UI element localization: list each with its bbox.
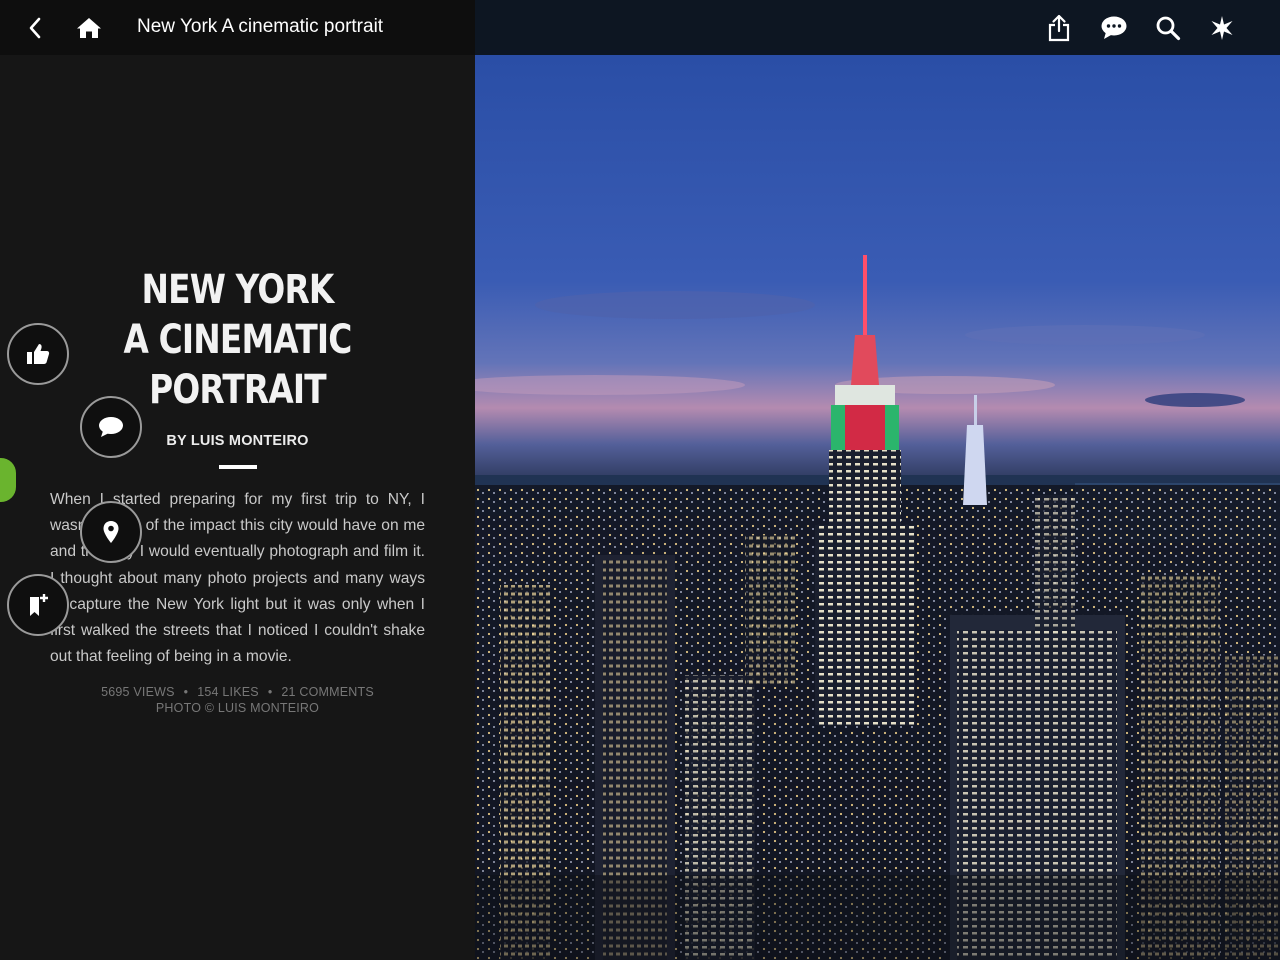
thumbs-up-icon: [27, 344, 50, 364]
photo-credit: PHOTO © LUIS MONTEIRO: [155, 701, 320, 716]
speech-bubble-icon: [99, 417, 123, 437]
article-title: NEW YORK A CINEMATIC PORTRAIT: [84, 265, 392, 415]
article-content: NEW YORK A CINEMATIC PORTRAIT BY LUIS MO…: [50, 265, 425, 715]
article-title-line: A CINEMATIC: [123, 317, 352, 363]
article-title-line: NEW YORK: [141, 267, 334, 313]
comment-icon: [1101, 16, 1127, 39]
article-panel: New York A cinematic portrait NEW YORK A…: [0, 0, 475, 960]
views-count: 5695 VIEWS: [101, 685, 175, 700]
separator-dot: •: [267, 685, 273, 700]
bookmark-add-icon: [30, 594, 48, 616]
top-nav-bar: New York A cinematic portrait: [0, 0, 475, 55]
home-button[interactable]: [71, 10, 107, 46]
comment-button[interactable]: [80, 396, 142, 458]
back-button[interactable]: [17, 10, 53, 46]
new-york-skyline-image: [475, 55, 1280, 960]
like-button[interactable]: [7, 323, 69, 385]
search-button[interactable]: [1151, 11, 1185, 45]
article-stats: 5695 VIEWS • 154 LIKES • 21 COMMENTS: [50, 685, 425, 699]
comments-count: 21 COMMENTS: [281, 685, 374, 700]
top-action-bar: [475, 0, 1280, 55]
search-icon: [1156, 16, 1181, 41]
star-icon: [1211, 16, 1233, 40]
comments-button[interactable]: [1097, 11, 1131, 45]
share-button[interactable]: [1042, 11, 1076, 45]
separator-dot: •: [183, 685, 189, 700]
bookmark-button[interactable]: [7, 574, 69, 636]
location-button[interactable]: [80, 501, 142, 563]
title-divider: [218, 465, 257, 469]
side-drawer-tab[interactable]: [0, 458, 16, 502]
favorite-button[interactable]: [1205, 11, 1239, 45]
page-title: New York A cinematic portrait: [137, 16, 384, 37]
share-icon: [1048, 14, 1070, 42]
hero-photo: [475, 55, 1280, 960]
chevron-left-icon: [29, 17, 41, 39]
home-icon: [77, 18, 101, 38]
likes-count: 154 LIKES: [197, 685, 259, 700]
map-pin-icon: [103, 521, 119, 543]
